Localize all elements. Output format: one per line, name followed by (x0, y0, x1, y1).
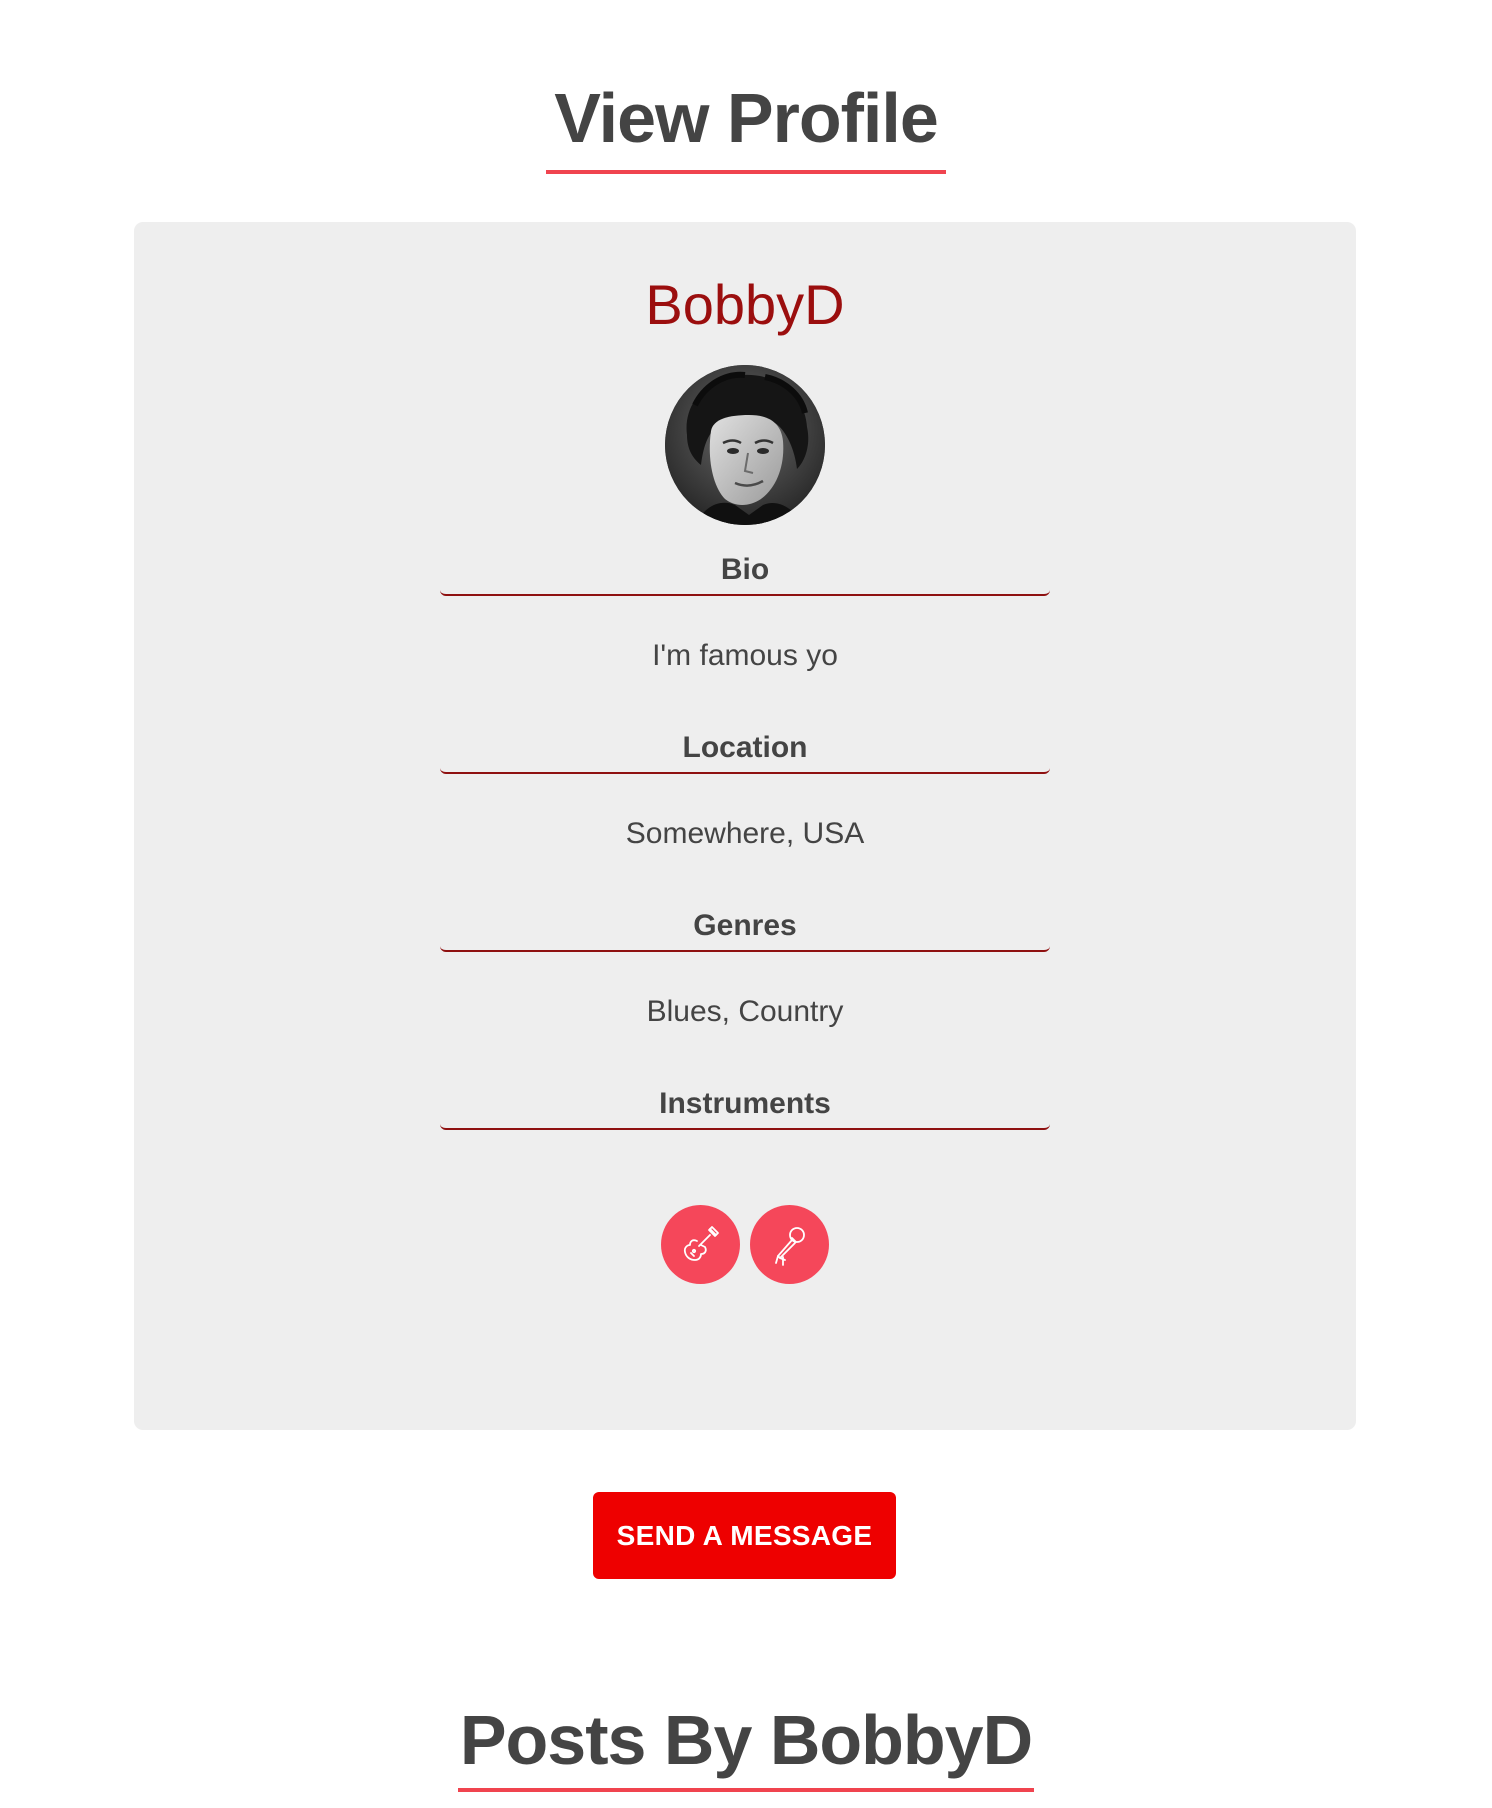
instruments-list (134, 1205, 1356, 1284)
profile-username: BobbyD (645, 273, 845, 336)
page-title-wrap: View Profile (0, 78, 1492, 174)
send-message-button[interactable]: SEND A MESSAGE (593, 1492, 896, 1579)
bio-section: Bio I'm famous yo (440, 552, 1050, 674)
bio-value: I'm famous yo (652, 639, 838, 672)
location-section: Location Somewhere, USA (440, 730, 1050, 852)
page-title: View Profile (546, 78, 946, 174)
genres-value: Blues, Country (646, 995, 844, 1028)
genres-heading: Genres (440, 908, 1050, 952)
posts-title-wrap: Posts By BobbyD (0, 1700, 1492, 1792)
bio-heading: Bio (440, 552, 1050, 596)
profile-card: BobbyD Bio I'm famous yo Location Somewh… (134, 222, 1356, 1430)
instruments-section: Instruments (440, 1086, 1050, 1130)
electric-guitar-icon (661, 1205, 740, 1284)
location-heading: Location (440, 730, 1050, 774)
avatar-photo (665, 365, 825, 525)
instruments-heading: Instruments (440, 1086, 1050, 1130)
microphone-icon (750, 1205, 829, 1284)
genres-section: Genres Blues, Country (440, 908, 1050, 1030)
location-value: Somewhere, USA (625, 817, 865, 850)
posts-title: Posts By BobbyD (457, 1700, 1035, 1792)
avatar (665, 365, 825, 525)
